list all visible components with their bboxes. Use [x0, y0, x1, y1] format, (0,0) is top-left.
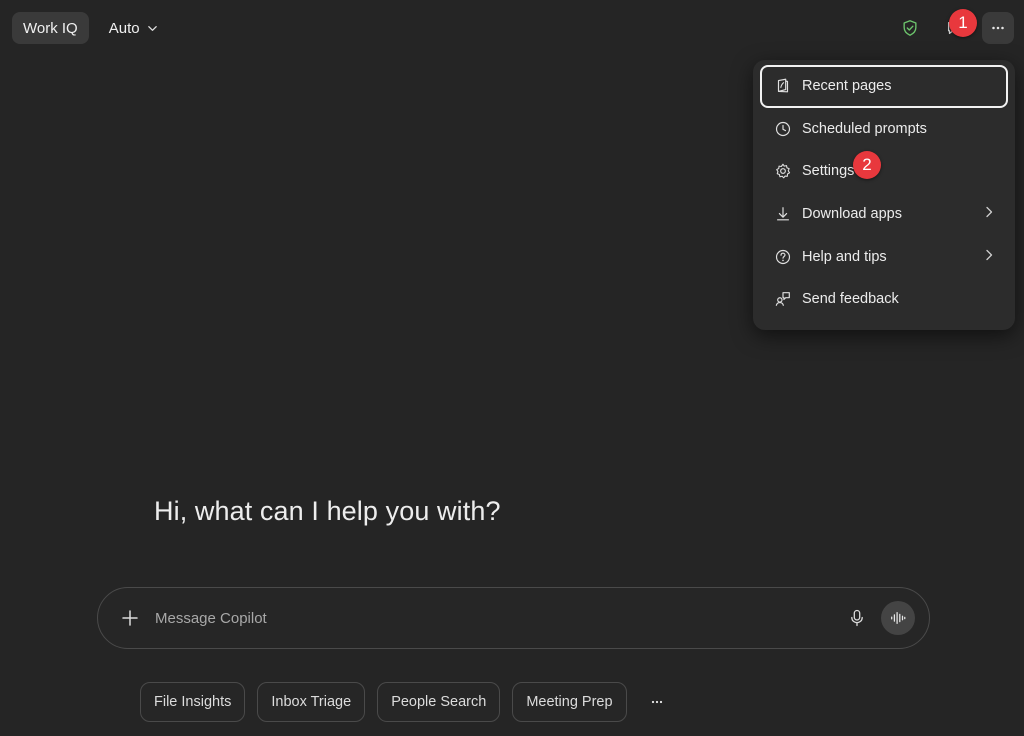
download-icon	[774, 205, 792, 223]
menu-item-label: Send feedback	[802, 291, 899, 308]
chip-file-insights[interactable]: File Insights	[140, 682, 246, 722]
menu-item-label: Download apps	[802, 206, 902, 223]
clock-icon	[774, 120, 792, 138]
menu-item-label: Recent pages	[802, 78, 892, 95]
mode-label: Auto	[108, 19, 140, 37]
chevron-down-icon	[147, 25, 157, 31]
shield-button[interactable]	[894, 12, 926, 44]
work-iq-button[interactable]: Work IQ	[12, 12, 89, 44]
menu-item-recent-pages[interactable]: Recent pages	[760, 65, 1008, 108]
chevron-right-icon	[984, 206, 994, 222]
menu-item-label: Help and tips	[802, 248, 887, 265]
menu-item-help-and-tips[interactable]: Help and tips	[760, 235, 1008, 278]
menu-item-scheduled-prompts[interactable]: Scheduled prompts	[760, 108, 1008, 151]
top-bar-left: Work IQ Auto	[12, 12, 168, 44]
more-options-button[interactable]	[982, 12, 1014, 44]
message-input[interactable]	[155, 609, 847, 627]
more-chips-button[interactable]	[639, 682, 675, 722]
plus-icon[interactable]	[120, 608, 140, 628]
greeting-heading: Hi, what can I help you with?	[154, 496, 501, 526]
chevron-right-icon	[984, 249, 994, 265]
book-icon	[774, 77, 792, 95]
menu-item-label: Settings	[802, 163, 855, 180]
step-badge-2: 2	[853, 151, 881, 179]
menu-item-download-apps[interactable]: Download apps	[760, 193, 1008, 236]
copilot-window: Work IQ Auto 1 Recent pages Scheduled pr…	[0, 0, 1024, 736]
more-horizontal-icon	[992, 26, 1004, 30]
audio-wave-icon	[891, 611, 906, 625]
microphone-icon[interactable]	[847, 608, 867, 628]
menu-item-settings[interactable]: Settings	[760, 150, 1008, 193]
shield-check-icon	[903, 20, 917, 36]
more-horizontal-icon	[651, 700, 662, 704]
step-badge-1: 1	[949, 9, 977, 37]
mode-selector[interactable]: Auto	[99, 12, 168, 44]
chip-people-search[interactable]: People Search	[377, 682, 501, 722]
chip-inbox-triage[interactable]: Inbox Triage	[257, 682, 366, 722]
menu-item-send-feedback[interactable]: Send feedback	[760, 278, 1008, 321]
chip-meeting-prep[interactable]: Meeting Prep	[512, 682, 627, 722]
menu-item-label: Scheduled prompts	[802, 120, 927, 137]
suggestion-chips: File Insights Inbox Triage People Search…	[140, 682, 675, 722]
gear-icon	[774, 162, 792, 180]
help-icon	[774, 248, 792, 266]
message-composer	[97, 587, 930, 649]
feedback-icon	[774, 290, 792, 308]
more-options-menu: Recent pages Scheduled prompts Settings …	[753, 60, 1015, 330]
voice-mode-button[interactable]	[881, 601, 915, 635]
